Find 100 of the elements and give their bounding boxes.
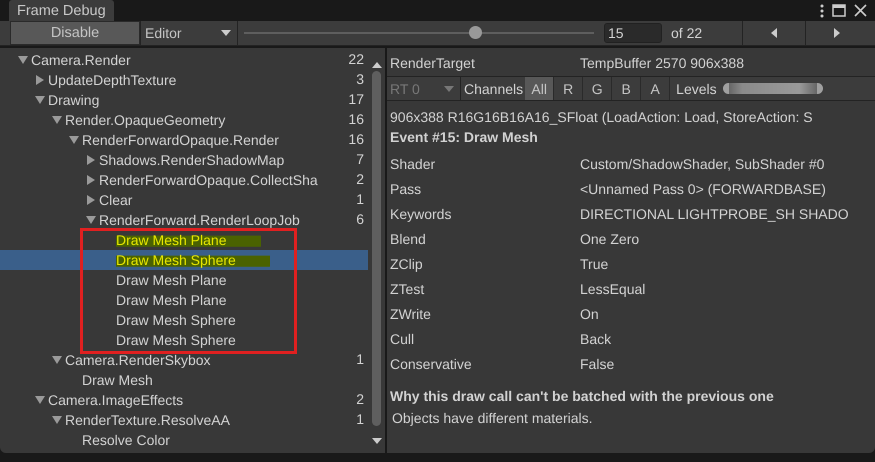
- tree-item-label: Draw Mesh Plane: [116, 292, 226, 308]
- tree-row[interactable]: Draw Mesh Sphere: [0, 250, 368, 270]
- more-menu-icon[interactable]: [820, 4, 824, 18]
- tree-row[interactable]: Shadows.RenderShadowMap 7: [0, 150, 368, 170]
- event-count: 1: [356, 411, 364, 427]
- event-count: 16: [348, 111, 364, 127]
- tree-item-label: Camera.RenderSkybox: [65, 352, 211, 368]
- close-icon[interactable]: [854, 4, 867, 17]
- channel-toggle[interactable]: G: [583, 77, 612, 100]
- tree-row[interactable]: Render.OpaqueGeometry 16: [0, 110, 368, 130]
- collapsed-arrow-icon[interactable]: [86, 155, 96, 165]
- maximize-icon[interactable]: [832, 4, 846, 17]
- event-count: 3: [356, 71, 364, 87]
- property-name: Cull: [390, 330, 416, 346]
- tree-item-label: RenderTexture.ResolveAA: [65, 412, 230, 428]
- event-count: 22: [348, 51, 364, 67]
- tree-row[interactable]: Resolve Color: [0, 430, 368, 450]
- batch-reason: Objects have different materials.: [391, 410, 594, 426]
- disable-button[interactable]: Disable: [10, 21, 140, 45]
- property-value: DIRECTIONAL LIGHTPROBE_SH SHADO: [580, 206, 849, 222]
- event-count: 2: [356, 391, 364, 407]
- channel-toggle[interactable]: R: [554, 77, 584, 100]
- event-count: 17: [348, 91, 364, 107]
- tree-row[interactable]: Camera.ImageEffects 2: [0, 390, 368, 410]
- channels-label: Channels: [463, 80, 524, 96]
- tree-item-label: Shadows.RenderShadowMap: [99, 152, 284, 168]
- scroll-down-icon[interactable]: [372, 438, 382, 444]
- tree-row[interactable]: Draw Mesh Sphere: [0, 330, 368, 350]
- event-count: 7: [356, 151, 364, 167]
- event-number-field[interactable]: 15: [604, 23, 662, 43]
- expanded-arrow-icon[interactable]: [52, 355, 62, 365]
- channel-toggle[interactable]: All: [525, 77, 554, 100]
- tree-item-label: Clear: [99, 192, 132, 208]
- tree-item-label: RenderForwardOpaque.CollectSha: [99, 172, 318, 188]
- tree-row[interactable]: Camera.Render 22: [0, 50, 368, 70]
- property-value: On: [580, 306, 599, 322]
- expanded-arrow-icon[interactable]: [69, 135, 79, 145]
- property-name: Keywords: [390, 206, 452, 222]
- property-name: Blend: [390, 230, 427, 246]
- expanded-arrow-icon[interactable]: [35, 395, 45, 405]
- field-label: RenderTarget: [390, 55, 476, 71]
- property-name: ZTest: [390, 280, 426, 296]
- tree-row[interactable]: Draw Mesh Sphere: [0, 310, 368, 330]
- property-name: ZWrite: [390, 306, 432, 322]
- tree-row[interactable]: Camera.RenderSkybox 1: [0, 350, 368, 370]
- channel-toggle[interactable]: B: [612, 77, 642, 100]
- tree-item-label: Draw Mesh: [82, 372, 153, 388]
- tree-row[interactable]: Draw Mesh Plane: [0, 290, 368, 310]
- tree-row[interactable]: Draw Mesh Plane: [0, 270, 368, 290]
- collapsed-arrow-icon[interactable]: [35, 75, 45, 85]
- tree-item-label: Draw Mesh Plane: [116, 272, 226, 288]
- tree-item-label: Render.OpaqueGeometry: [65, 112, 226, 128]
- expanded-arrow-icon[interactable]: [35, 95, 45, 105]
- event-count: 1: [356, 351, 364, 367]
- texture-format: 906x388 R16G16B16A16_SFloat (LoadAction: Load, StoreAction: S: [389, 108, 814, 127]
- left-arrow-icon: [771, 28, 777, 38]
- tree-row[interactable]: Draw Mesh Plane: [0, 230, 368, 250]
- tree-row[interactable]: UpdateDepthTexture 3: [0, 70, 368, 90]
- tree-row[interactable]: Clear 1: [0, 190, 368, 210]
- property-name: Pass: [390, 180, 422, 196]
- window-title[interactable]: Frame Debug: [9, 0, 114, 21]
- event-count: 1: [356, 191, 364, 207]
- event-count: 2: [356, 171, 364, 187]
- target-dropdown[interactable]: Editor: [140, 21, 238, 45]
- caret-icon: [221, 30, 231, 36]
- property-value: Custom/ShadowShader, SubShader #0: [580, 156, 824, 172]
- property-name: Shader: [390, 156, 436, 172]
- tree-row[interactable]: RenderForwardOpaque.CollectSha 2: [0, 170, 368, 190]
- event-title: Event #15: Draw Mesh: [389, 129, 539, 147]
- tree-item-label: RenderForwardOpaque.Render: [82, 132, 279, 148]
- tree-row[interactable]: RenderForwardOpaque.Render 16: [0, 130, 368, 150]
- event-count: 16: [348, 131, 364, 147]
- property-value: True: [580, 256, 608, 272]
- field-value: TempBuffer 2570 906x388: [580, 55, 744, 71]
- property-value: <Unnamed Pass 0> (FORWARDBASE): [580, 180, 826, 196]
- scrollbar-thumb[interactable]: [372, 71, 381, 426]
- collapsed-arrow-icon[interactable]: [86, 195, 96, 205]
- scroll-up-icon[interactable]: [372, 62, 382, 68]
- tree-row[interactable]: Drawing 17: [0, 90, 368, 110]
- batch-heading: Why this draw call can't be batched with the previous one: [389, 387, 775, 406]
- tree-row[interactable]: RenderForward.RenderLoopJob 6: [0, 210, 368, 230]
- property-value: False: [580, 356, 614, 372]
- right-arrow-icon: [834, 28, 840, 38]
- collapsed-arrow-icon[interactable]: [86, 175, 96, 185]
- tree-item-label: RenderForward.RenderLoopJob: [99, 212, 300, 228]
- property-value: One Zero: [580, 230, 640, 246]
- expanded-arrow-icon[interactable]: [86, 215, 96, 225]
- tree-item-label: Draw Mesh Plane: [116, 232, 260, 248]
- channel-toggle[interactable]: A: [641, 77, 670, 100]
- expanded-arrow-icon[interactable]: [52, 115, 62, 125]
- property-name: ZClip: [390, 256, 424, 272]
- tree-item-label: Draw Mesh Sphere: [116, 252, 270, 268]
- property-value: Back: [580, 330, 612, 346]
- tree-row[interactable]: RenderTexture.ResolveAA 1: [0, 410, 368, 430]
- expanded-arrow-icon[interactable]: [18, 55, 28, 65]
- expanded-arrow-icon[interactable]: [52, 415, 62, 425]
- event-slider[interactable]: [244, 26, 594, 40]
- tree-row[interactable]: Draw Mesh: [0, 370, 368, 390]
- levels-range-slider[interactable]: [722, 83, 823, 94]
- tree-item-label: Camera.Render: [31, 52, 131, 68]
